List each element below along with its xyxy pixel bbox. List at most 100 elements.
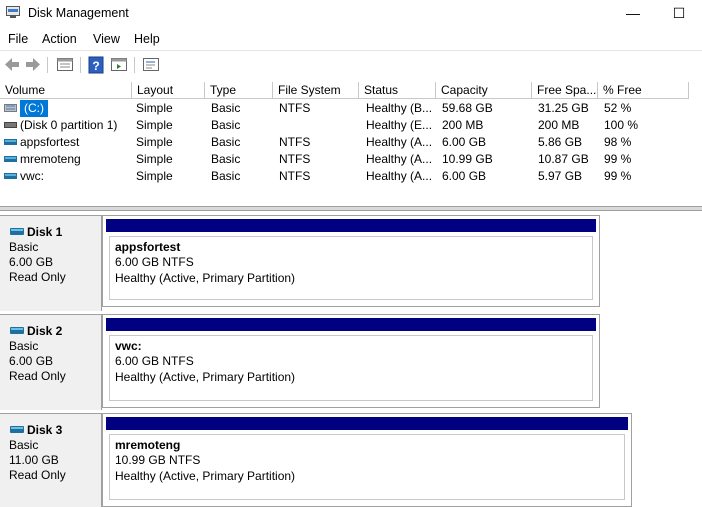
- help-icon[interactable]: ?: [88, 55, 104, 74]
- partition-name: appsfortest: [115, 240, 181, 254]
- disk-name: Disk 1: [27, 225, 63, 239]
- disk-label[interactable]: Disk 2 Basic 6.00 GB Read Only: [0, 314, 102, 410]
- title-bar: Disk Management — ☐: [0, 0, 702, 28]
- table-row[interactable]: vwc: Simple Basic NTFS Healthy (A... 6.0…: [0, 168, 702, 185]
- disk-size: 6.00 GB: [9, 354, 54, 368]
- status-cell: Healthy (A...: [366, 169, 433, 183]
- volume-name: mremoteng: [20, 152, 81, 166]
- partition-size: 6.00 GB NTFS: [115, 354, 194, 368]
- minimize-button[interactable]: —: [610, 0, 656, 28]
- volume-cell: vwc:: [0, 168, 132, 185]
- disk-label[interactable]: Disk 1 Basic 6.00 GB Read Only: [0, 215, 102, 311]
- partition-status: Healthy (Active, Primary Partition): [115, 271, 296, 285]
- file-system-cell: NTFS: [279, 169, 311, 183]
- type-cell: Basic: [211, 152, 241, 166]
- percent-free-cell: 99 %: [604, 169, 632, 183]
- free-space-cell: 5.97 GB: [538, 169, 583, 183]
- free-space-cell: 5.86 GB: [538, 135, 583, 149]
- status-cell: Healthy (B...: [366, 101, 433, 115]
- volume-name: (Disk 0 partition 1): [20, 118, 118, 132]
- table-row[interactable]: (Disk 0 partition 1) Simple Basic Health…: [0, 117, 702, 134]
- capacity-cell: 59.68 GB: [442, 101, 493, 115]
- disk-type: Basic: [9, 438, 39, 452]
- column-header-type[interactable]: Type: [205, 82, 273, 99]
- partition-block[interactable]: mremoteng 10.99 GB NTFS Healthy (Active,…: [102, 413, 632, 507]
- volume-icon: [4, 139, 17, 145]
- menu-action[interactable]: Action: [42, 32, 77, 46]
- layout-cell: Simple: [136, 135, 173, 149]
- maximize-button[interactable]: ☐: [656, 0, 702, 28]
- layout-cell: Simple: [136, 169, 173, 183]
- volume-cell: (Disk 0 partition 1): [0, 117, 132, 134]
- partition-header-bar: [106, 318, 596, 331]
- column-header-capacity[interactable]: Capacity: [436, 82, 532, 99]
- toolbar-separator: [80, 57, 81, 73]
- menu-file[interactable]: File: [8, 32, 28, 46]
- file-system-cell: NTFS: [279, 101, 311, 115]
- disk-type: Basic: [9, 339, 39, 353]
- status-cell: Healthy (E...: [366, 118, 433, 132]
- partition-size: 10.99 GB NTFS: [115, 453, 201, 467]
- disk-name: Disk 3: [27, 423, 63, 437]
- table-row[interactable]: (C:) Simple Basic NTFS Healthy (B... 59.…: [0, 100, 702, 117]
- type-cell: Basic: [211, 118, 241, 132]
- column-header-status[interactable]: Status: [359, 82, 436, 99]
- partition-body: mremoteng 10.99 GB NTFS Healthy (Active,…: [109, 434, 625, 500]
- capacity-cell: 6.00 GB: [442, 135, 487, 149]
- menu-help[interactable]: Help: [134, 32, 160, 46]
- forward-arrow-icon[interactable]: [24, 55, 42, 74]
- free-space-cell: 10.87 GB: [538, 152, 589, 166]
- disk-management-icon: [6, 6, 20, 18]
- volume-cell: (C:): [0, 100, 132, 117]
- column-header-volume[interactable]: Volume: [0, 82, 132, 99]
- capacity-cell: 10.99 GB: [442, 152, 493, 166]
- layout-cell: Simple: [136, 101, 173, 115]
- disk-size: 11.00 GB: [9, 453, 59, 467]
- volume-name: appsfortest: [20, 135, 80, 149]
- show-hide-console-tree-icon[interactable]: [110, 55, 128, 74]
- column-header-free-space[interactable]: Free Spa...: [532, 82, 598, 99]
- partition-block[interactable]: appsfortest 6.00 GB NTFS Healthy (Active…: [102, 215, 600, 307]
- free-space-cell: 31.25 GB: [538, 101, 589, 115]
- volume-cell: mremoteng: [0, 151, 132, 168]
- percent-free-cell: 52 %: [604, 101, 632, 115]
- disk-icon: [10, 426, 24, 433]
- column-header-percent-free[interactable]: % Free: [598, 82, 689, 99]
- toolbar-separator: [47, 57, 48, 73]
- svg-text:?: ?: [92, 59, 99, 73]
- disk-state: Read Only: [9, 270, 66, 284]
- status-cell: Healthy (A...: [366, 152, 433, 166]
- window-title: Disk Management: [28, 6, 129, 20]
- table-row[interactable]: appsfortest Simple Basic NTFS Healthy (A…: [0, 134, 702, 151]
- column-header-layout[interactable]: Layout: [132, 82, 205, 99]
- partition-name: mremoteng: [115, 438, 181, 452]
- disk-name: Disk 2: [27, 324, 63, 338]
- layout-cell: Simple: [136, 118, 173, 132]
- disk-icon: [10, 228, 24, 235]
- layout-cell: Simple: [136, 152, 173, 166]
- back-arrow-icon[interactable]: [3, 55, 21, 74]
- menu-view[interactable]: View: [93, 32, 120, 46]
- free-space-cell: 200 MB: [538, 118, 580, 132]
- percent-free-cell: 99 %: [604, 152, 632, 166]
- partition-block[interactable]: vwc: 6.00 GB NTFS Healthy (Active, Prima…: [102, 314, 600, 408]
- partition-body: appsfortest 6.00 GB NTFS Healthy (Active…: [109, 236, 593, 300]
- disk-label[interactable]: Disk 3 Basic 11.00 GB Read Only: [0, 413, 102, 507]
- type-cell: Basic: [211, 135, 241, 149]
- disk-state: Read Only: [9, 468, 66, 482]
- column-header-file-system[interactable]: File System: [273, 82, 359, 99]
- type-cell: Basic: [211, 101, 241, 115]
- table-row[interactable]: mremoteng Simple Basic NTFS Healthy (A..…: [0, 151, 702, 168]
- disk-size: 6.00 GB: [9, 255, 54, 269]
- properties-panel-icon[interactable]: [56, 55, 74, 74]
- settings-list-icon[interactable]: [142, 55, 160, 74]
- menu-bar: File Action View Help: [0, 28, 702, 50]
- disk-row: Disk 2 Basic 6.00 GB Read Only vwc: 6.00…: [0, 314, 702, 410]
- volume-name: (C:): [20, 100, 48, 117]
- file-system-cell: NTFS: [279, 135, 311, 149]
- status-cell: Healthy (A...: [366, 135, 433, 149]
- percent-free-cell: 98 %: [604, 135, 632, 149]
- partition-body: vwc: 6.00 GB NTFS Healthy (Active, Prima…: [109, 335, 593, 401]
- partition-header-bar: [106, 219, 596, 232]
- partition-size: 6.00 GB NTFS: [115, 255, 194, 269]
